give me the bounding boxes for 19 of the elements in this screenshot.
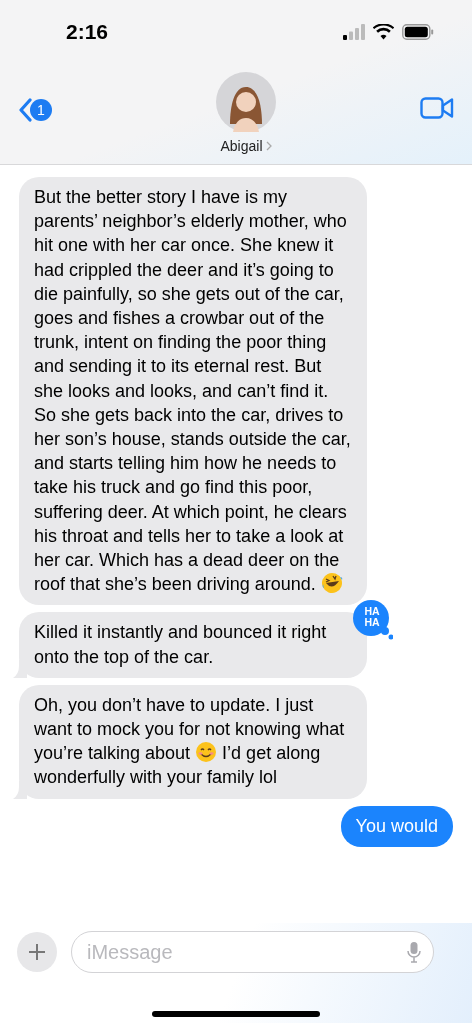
back-button[interactable]: 1: [18, 98, 52, 122]
plus-icon: [28, 943, 46, 961]
unread-badge: 1: [30, 99, 52, 121]
message-input-field[interactable]: iMessage: [71, 931, 434, 973]
add-button[interactable]: [17, 932, 57, 972]
wifi-icon: [373, 24, 394, 40]
smiling-emoji-icon: [195, 741, 218, 764]
received-message-bubble: But the better story I have is my parents’ neighbor’s elderly mother, who hit one with her car once. She knew it had crippled the deer and it’s going to die painfully, so she gets out of the car, goes and fishes a crowbar out of the trunk, intent on finding the poor thing and sending it to its eternal rest. But she looks and looks, and can’t find it. So she gets back into the car, drives to her son’s house, stands outside the car, and starts telling him how he needs to take his truck and go find this poor, suffering deer. At which point, he clears his throat and tells her to take a look at her car. Which has a dead deer on the roof that she’s been driving around.: [19, 177, 367, 606]
sent-message-bubble: You would: [340, 805, 453, 847]
microphone-icon[interactable]: [407, 941, 421, 963]
battery-icon: [402, 24, 434, 40]
contact-name-button[interactable]: Abigail: [220, 138, 272, 154]
signal-icon: [343, 24, 365, 40]
laughing-emoji-icon: [320, 572, 343, 595]
status-time: 2:16: [66, 20, 109, 44]
contact-avatar[interactable]: [216, 72, 276, 132]
chevron-right-icon: [265, 141, 272, 151]
chevron-left-icon: [18, 98, 32, 122]
received-message-bubble: Oh, you don’t have to update. I just want to mock you for not knowing what you’re talking about I’d get along wonderfully with your family lol: [19, 684, 367, 799]
